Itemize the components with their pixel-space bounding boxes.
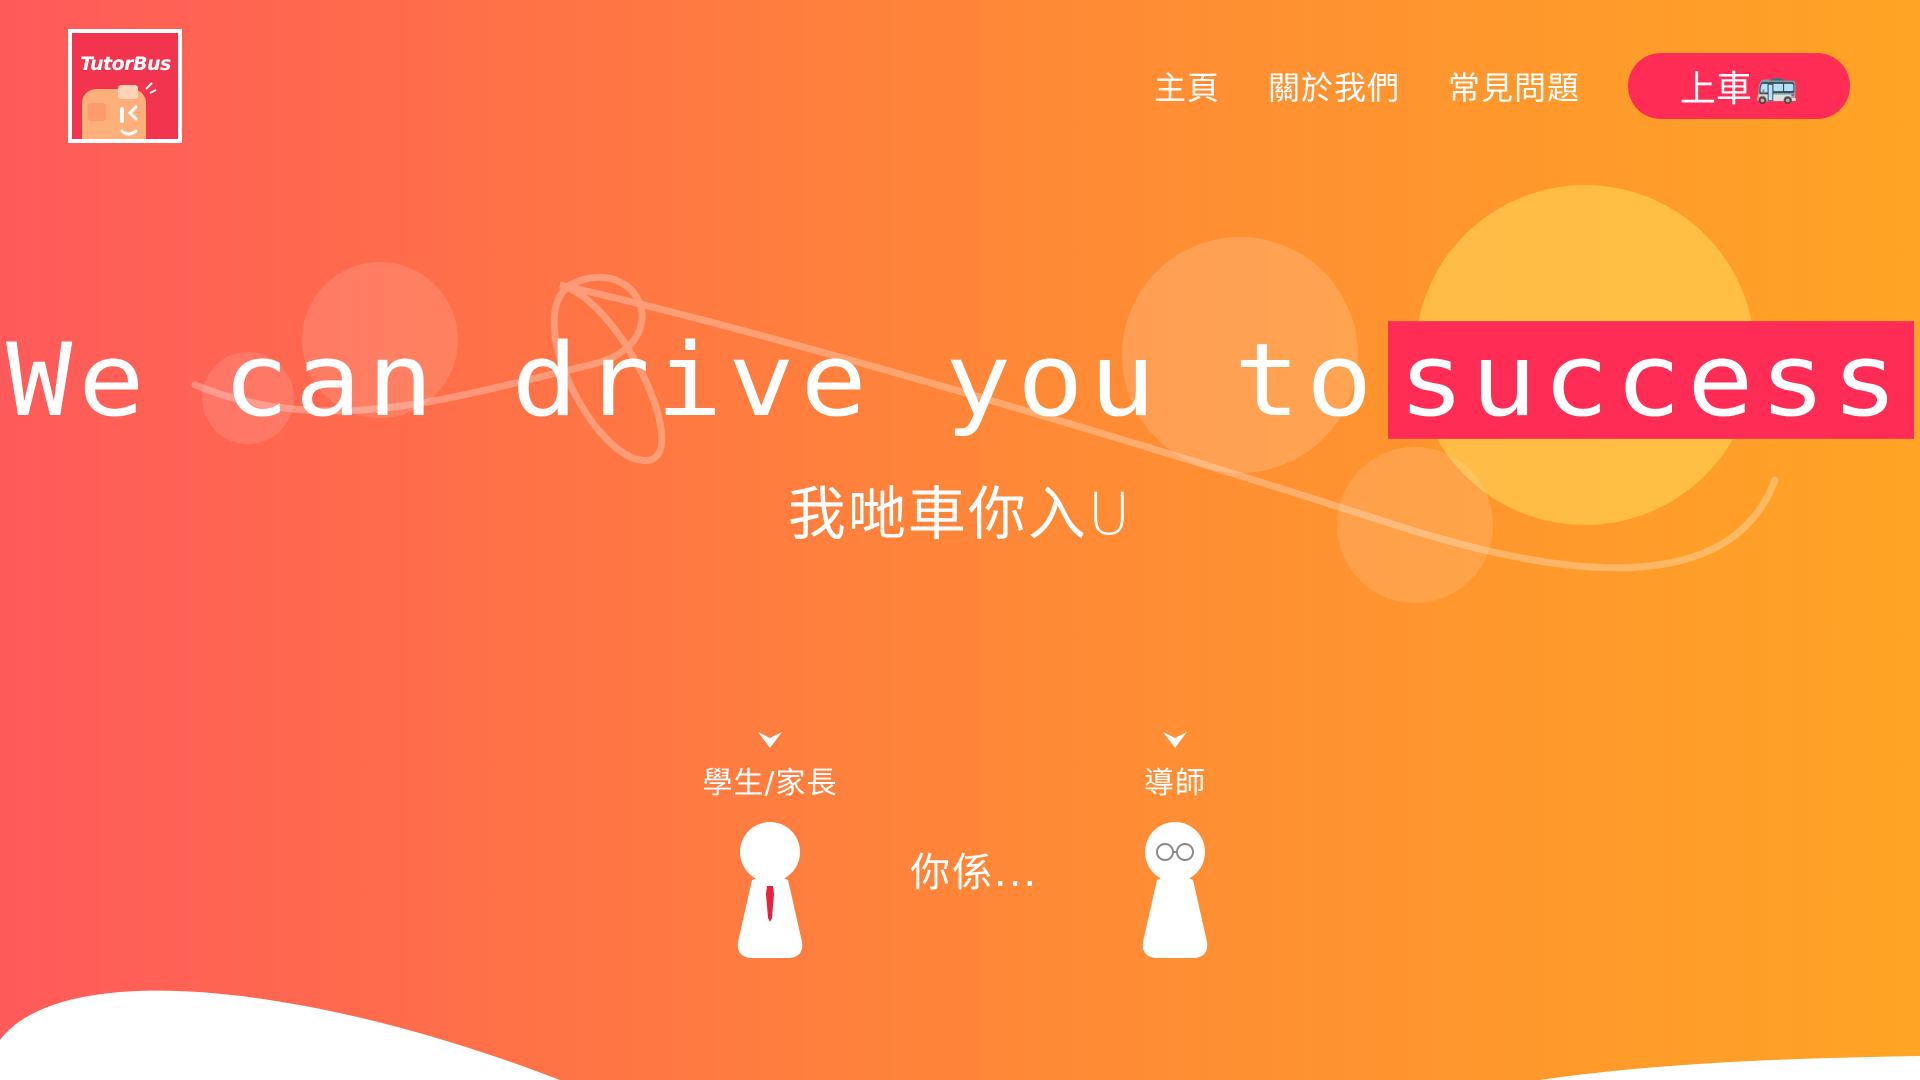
student-pawn-icon	[737, 822, 803, 958]
chevron-down-icon	[1163, 732, 1187, 748]
hero-subtitle: 我哋車你入U	[787, 480, 1133, 548]
tutor-pawn-icon	[1142, 822, 1208, 958]
hero-title-highlight: success	[1388, 321, 1914, 439]
logo-text: TutorBus	[80, 53, 171, 75]
nav-about-link[interactable]: 關於我們	[1268, 63, 1400, 109]
role-tutor-option[interactable]: 導師	[1120, 730, 1230, 962]
nav-home-link[interactable]: 主頁	[1154, 63, 1220, 109]
main-nav: 主頁 關於我們 常見問題 上車 🚌	[1154, 53, 1850, 119]
role-tutor-label: 導師	[1144, 766, 1206, 801]
role-prompt: 你係...	[910, 850, 1039, 896]
logo-badge: TutorBus	[72, 33, 178, 139]
hero-title-prefix: We can drive you to	[6, 321, 1379, 439]
bottom-wave	[0, 990, 1920, 1080]
role-student-label: 學生/家長	[702, 766, 838, 801]
cta-label: 上車	[1679, 69, 1752, 110]
get-on-board-button[interactable]: 上車 🚌	[1628, 53, 1850, 119]
chevron-down-icon	[758, 732, 782, 748]
bus-mascot-icon	[82, 82, 157, 139]
nav-faq-link[interactable]: 常見問題	[1448, 63, 1580, 109]
hero: We can drive you to success	[0, 321, 1920, 439]
logo[interactable]: TutorBus	[68, 29, 182, 143]
bus-icon: 🚌	[1755, 66, 1799, 106]
hero-title: We can drive you to success	[6, 321, 1914, 439]
role-student-option[interactable]: 學生/家長	[690, 730, 850, 962]
